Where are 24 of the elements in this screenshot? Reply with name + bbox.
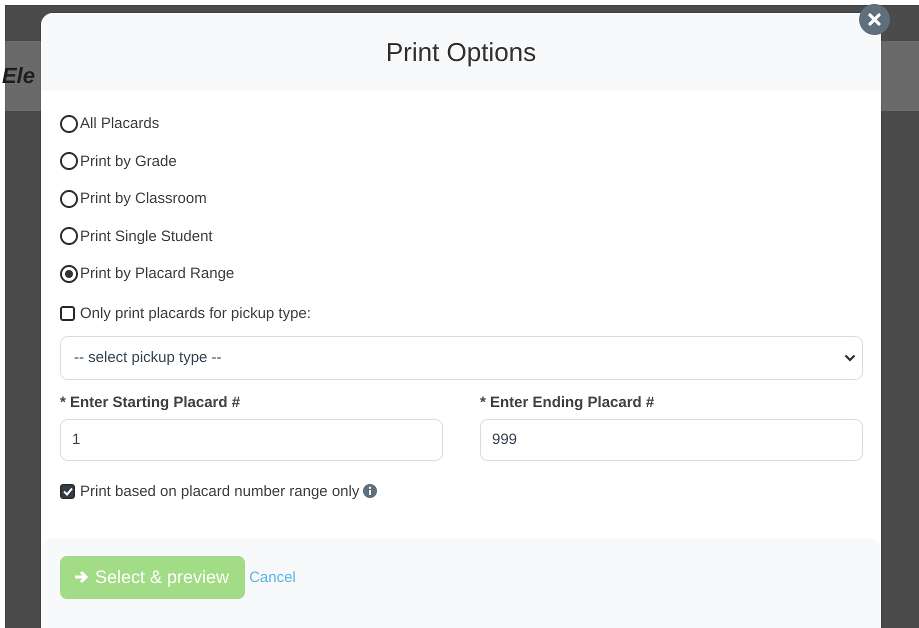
checkbox-label: Only print placards for pickup type: [80, 304, 311, 322]
field-label: * Enter Ending Placard # [480, 394, 656, 410]
radio-label: Print by Classroom [80, 190, 207, 208]
checkbox[interactable] [60, 484, 75, 498]
radio-button[interactable] [60, 264, 78, 283]
pickup-type-select[interactable]: -- select pickup type -- [60, 336, 863, 380]
radio-label: Print Single Student [80, 228, 213, 245]
checkbox[interactable] [60, 306, 75, 320]
dialog-title: Print Options [386, 36, 536, 68]
radio-button[interactable] [60, 114, 78, 133]
close-icon [868, 13, 881, 26]
number-input[interactable]: 1 [60, 418, 443, 460]
number-input[interactable]: 999 [480, 418, 863, 460]
radio-button[interactable] [60, 152, 78, 170]
info-icon[interactable] [363, 484, 378, 498]
chevron-icon [844, 354, 856, 362]
radio-label: Print by Placard Range [80, 265, 234, 282]
radio-label: All Placards [80, 115, 160, 132]
checkbox-label: Print based on placard number range only [80, 482, 360, 500]
radio-button[interactable] [60, 190, 78, 208]
arrow-right-icon [74, 570, 89, 584]
field-label: * Enter Starting Placard # [60, 394, 242, 410]
radio-button[interactable] [60, 227, 78, 246]
radio-label: Print by Grade [80, 152, 177, 170]
